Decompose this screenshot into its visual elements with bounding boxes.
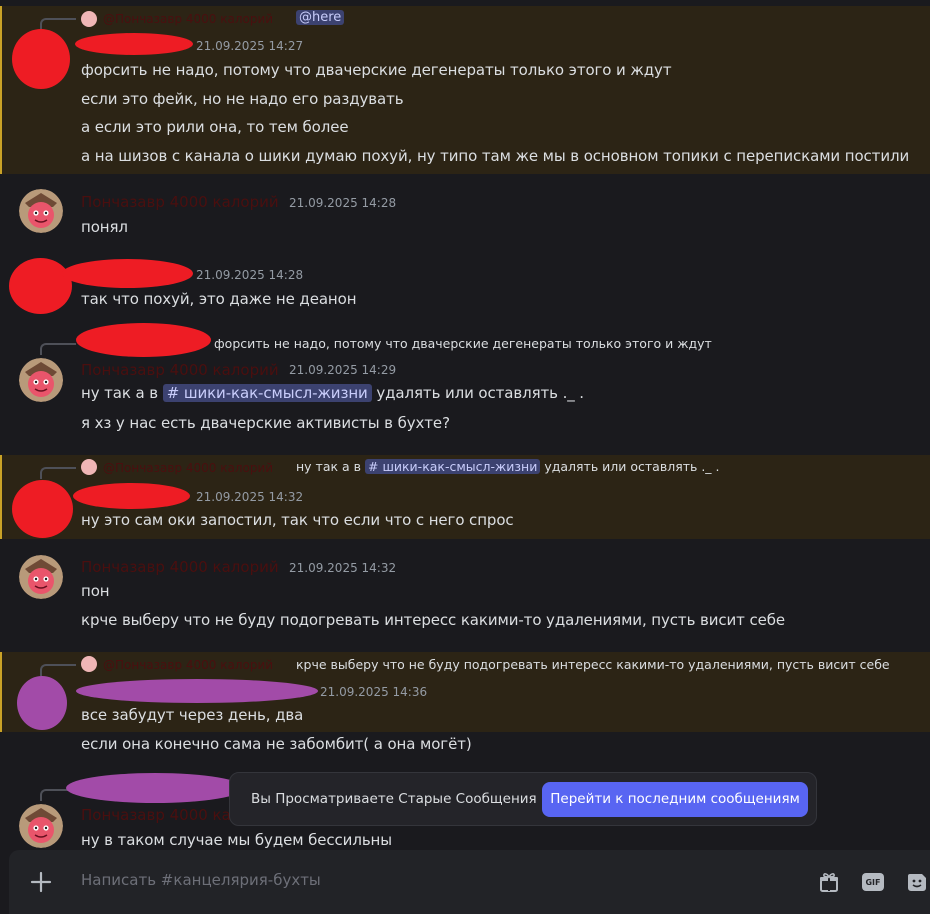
mention-highlight-bar bbox=[0, 652, 2, 732]
reply-preview-text[interactable]: крче выберу что не буду подогревать инте… bbox=[296, 657, 890, 672]
plus-icon bbox=[30, 871, 52, 893]
avatar-image bbox=[19, 189, 63, 233]
message-text: а если это рили она, то тем более bbox=[81, 118, 349, 136]
reply-preview-text[interactable]: ну так а в # шики-как-смысл-жизни удалят… bbox=[296, 459, 720, 474]
avatar[interactable] bbox=[12, 480, 73, 538]
avatar[interactable] bbox=[19, 189, 63, 233]
avatar[interactable] bbox=[17, 676, 67, 730]
message-author[interactable]: Пончазавр 4000 калорий bbox=[81, 361, 279, 379]
reply-text-part: удалять или оставлять ._ . bbox=[544, 459, 720, 474]
reply-avatar bbox=[81, 459, 97, 475]
message-author[interactable]: Пончазавр 4000 калорий bbox=[81, 558, 279, 576]
message-timestamp: 21.09.2025 14:32 bbox=[196, 490, 304, 504]
message-text: все забудут через день, два bbox=[81, 706, 304, 724]
redacted-reply-author bbox=[66, 773, 244, 803]
old-messages-banner: Вы Просматриваете Старые Сообщения Перей… bbox=[229, 772, 817, 826]
message-timestamp: 21.09.2025 14:28 bbox=[196, 268, 304, 282]
reply-connector bbox=[40, 664, 76, 676]
avatar[interactable] bbox=[12, 29, 70, 89]
gif-icon: GIF bbox=[862, 873, 884, 891]
message-text: ну в таком случае мы будем бессильны bbox=[81, 831, 393, 849]
reply-preview-text[interactable]: форсить не надо, потому что двачерские д… bbox=[214, 336, 712, 351]
avatar[interactable] bbox=[19, 358, 63, 402]
channel-mention[interactable]: # шики-как-смысл-жизни bbox=[365, 459, 541, 474]
message-timestamp: 21.09.2025 14:29 bbox=[289, 363, 397, 377]
here-mention[interactable]: @here bbox=[296, 10, 345, 25]
avatar[interactable] bbox=[19, 555, 63, 599]
message-text: ну так а в # шики-как-смысл-жизни удалят… bbox=[81, 384, 584, 402]
message-timestamp: 21.09.2025 14:32 bbox=[289, 561, 397, 575]
reply-connector bbox=[40, 343, 76, 355]
gift-button[interactable] bbox=[815, 868, 843, 896]
redacted-username bbox=[73, 483, 190, 509]
redacted-reply-author bbox=[76, 323, 211, 357]
add-attachment-button[interactable] bbox=[27, 868, 55, 896]
message-composer: Написать #канцелярия-бухты GIF bbox=[9, 850, 930, 914]
message-timestamp: 21.09.2025 14:36 bbox=[320, 685, 428, 699]
avatar[interactable] bbox=[19, 804, 63, 848]
mention-highlight-bar bbox=[0, 455, 2, 539]
message-text: крче выберу что не буду подогревать инте… bbox=[81, 611, 786, 629]
message-text: понял bbox=[81, 218, 128, 236]
avatar-image bbox=[19, 555, 63, 599]
reply-author-name[interactable]: @Пончазавр 4000 калорий bbox=[103, 12, 273, 26]
reply-author-name[interactable]: @Пончазавр 4000 калорий bbox=[103, 658, 273, 672]
message-text: форсить не надо, потому что двачерские д… bbox=[81, 61, 672, 79]
message-input[interactable]: Написать #канцелярия-бухты bbox=[81, 871, 321, 889]
message-text: если она конечно сама не забомбит( а она… bbox=[81, 735, 472, 753]
sticker-icon bbox=[908, 874, 926, 891]
gift-icon bbox=[820, 873, 838, 892]
channel-mention[interactable]: # шики-как-смысл-жизни bbox=[162, 384, 372, 402]
redacted-username bbox=[75, 33, 193, 55]
message-text: ну это сам оки запостил, так что если чт… bbox=[81, 511, 514, 529]
reply-connector bbox=[40, 18, 76, 30]
avatar-image bbox=[19, 804, 63, 848]
gif-button[interactable]: GIF bbox=[859, 868, 887, 896]
message-text-part: ну так а в bbox=[81, 384, 159, 402]
redacted-username bbox=[76, 679, 318, 703]
message-text: пон bbox=[81, 582, 110, 600]
avatar[interactable] bbox=[9, 258, 72, 314]
message-text: если это фейк, но не надо его раздувать bbox=[81, 90, 404, 108]
message-text: а на шизов с канала о шики думаю похуй, … bbox=[81, 147, 910, 165]
old-messages-text: Вы Просматриваете Старые Сообщения bbox=[251, 791, 537, 807]
jump-to-present-button[interactable]: Перейти к последним сообщениям bbox=[542, 782, 808, 817]
reply-author-name[interactable]: @Пончазавр 4000 калорий bbox=[103, 461, 273, 475]
message-text-part: удалять или оставлять ._ . bbox=[376, 384, 584, 402]
reply-avatar bbox=[81, 11, 97, 27]
avatar-image bbox=[19, 358, 63, 402]
message-timestamp: 21.09.2025 14:28 bbox=[289, 196, 397, 210]
message-author[interactable]: Пончазавр 4000 калорий bbox=[81, 193, 279, 211]
message-text: я хз у нас есть двачерские активисты в б… bbox=[81, 414, 450, 432]
reply-avatar bbox=[81, 656, 97, 672]
message-text: так что похуй, это даже не деанон bbox=[81, 290, 357, 308]
reply-connector bbox=[40, 467, 76, 479]
reply-text-part: ну так а в bbox=[296, 459, 362, 474]
gif-label: GIF bbox=[865, 877, 881, 887]
sticker-button[interactable] bbox=[903, 868, 930, 896]
message-timestamp: 21.09.2025 14:27 bbox=[196, 39, 304, 53]
redacted-username bbox=[62, 259, 193, 288]
mention-highlight-bar bbox=[0, 6, 2, 174]
